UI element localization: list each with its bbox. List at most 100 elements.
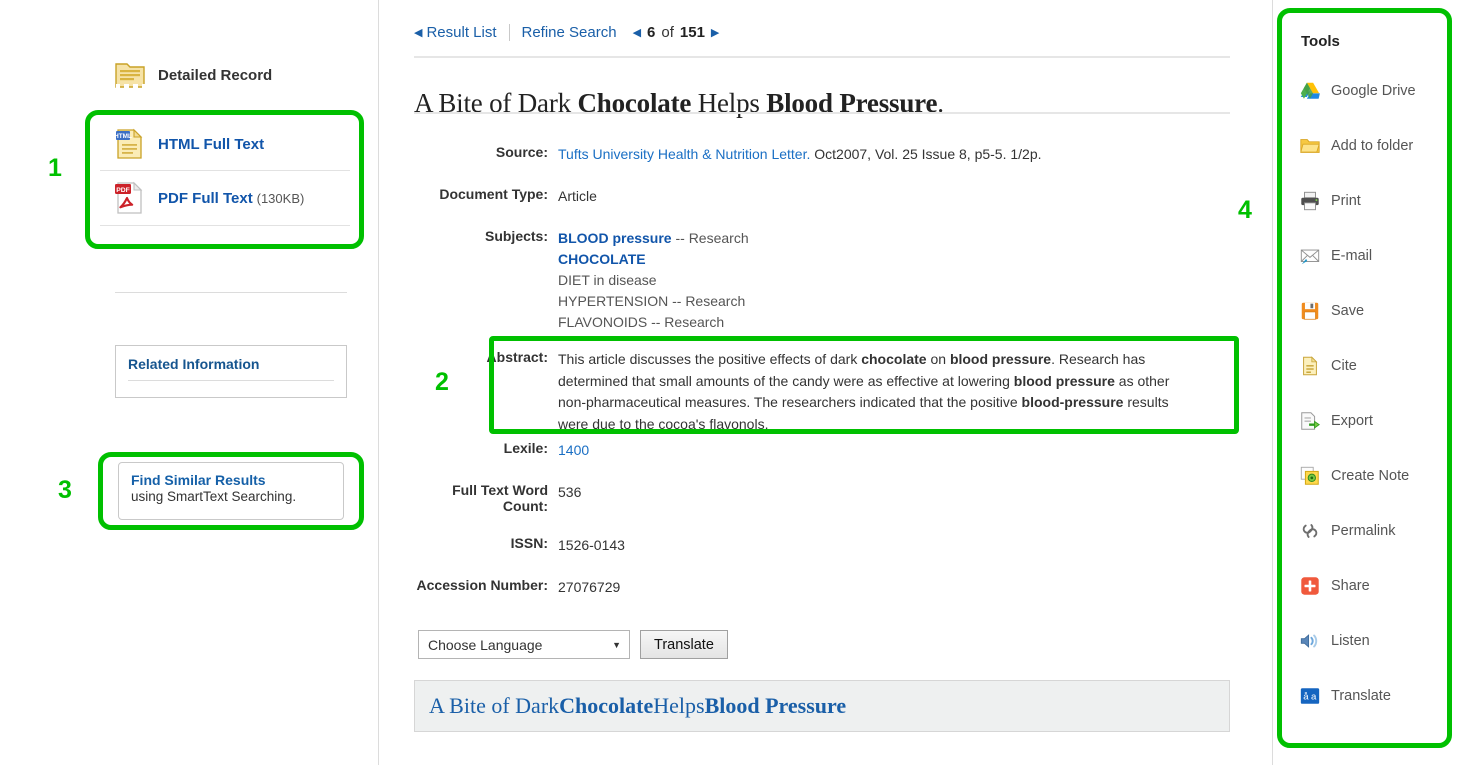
- subject-term[interactable]: DIET in disease: [558, 270, 749, 291]
- related-information-panel[interactable]: Related Information: [115, 345, 347, 398]
- left-sidebar: Detailed Record HTML HTML Full Text PDF …: [0, 0, 378, 765]
- tool-item-label: Print: [1331, 192, 1361, 209]
- tool-item-label: E-mail: [1331, 247, 1373, 264]
- emphasized-text: chocolate: [861, 351, 927, 367]
- subjects-label: Subjects:: [484, 228, 548, 244]
- metadata-row-subjects: Subjects: BLOOD pressure -- Research CHOC…: [414, 228, 1234, 333]
- tool-item-share[interactable]: Share: [1299, 558, 1449, 613]
- subject-term[interactable]: HYPERTENSION -- Research: [558, 291, 749, 312]
- printer-icon: [1299, 190, 1321, 212]
- metadata-row-accession: Accession Number: 27076729: [414, 577, 1234, 598]
- emphasized-text: Blood Pressure: [704, 693, 847, 718]
- tool-item-label: Add to folder: [1331, 137, 1414, 154]
- find-similar-results-link[interactable]: Find Similar Results: [131, 472, 331, 488]
- tool-item-cite[interactable]: Cite: [1299, 338, 1449, 393]
- language-select-value: Choose Language: [428, 636, 543, 653]
- svg-text:PDF: PDF: [116, 187, 130, 194]
- subject-term-qualifier[interactable]: HYPERTENSION -- Research: [558, 293, 745, 309]
- result-list-link[interactable]: Result List: [426, 24, 496, 41]
- left-section-divider: [115, 292, 347, 293]
- counter-of-label: of: [661, 24, 674, 41]
- source-label: Source:: [495, 144, 548, 160]
- result-navigation-toolbar: ◀ Result List Refine Search ◀ 6 of 151 ▶: [414, 24, 719, 41]
- link-chain-icon: [1299, 520, 1321, 542]
- chevron-down-icon: ▼: [612, 639, 621, 650]
- tool-item-listen[interactable]: Listen: [1299, 613, 1449, 668]
- tool-item-translate[interactable]: å a Translate: [1299, 668, 1449, 723]
- abstract-text: This article discusses the positive effe…: [558, 349, 1198, 435]
- source-link[interactable]: Tufts University Health & Nutrition Lett…: [558, 146, 810, 162]
- record-metadata-secondary: Lexile: 1400 Full Text Word Count: 536 I…: [414, 440, 1234, 619]
- tool-item-create-note[interactable]: Create Note: [1299, 448, 1449, 503]
- full-text-links: HTML HTML Full Text PDF PDF Full Text (1…: [100, 118, 350, 226]
- pdf-full-text-row[interactable]: PDF PDF Full Text (130KB): [100, 171, 350, 226]
- main-content: ◀ Result List Refine Search ◀ 6 of 151 ▶…: [378, 0, 1272, 765]
- related-information-title[interactable]: Related Information: [128, 356, 334, 381]
- translate-button[interactable]: Translate: [640, 630, 728, 659]
- tools-sidebar: Tools Google Drive Add to folder Print E-ma…: [1277, 8, 1452, 748]
- document-type-label: Document Type:: [439, 186, 548, 202]
- tool-item-permalink[interactable]: Permalink: [1299, 503, 1449, 558]
- subject-term[interactable]: BLOOD pressure -- Research: [558, 228, 749, 249]
- toolbar-rule: [414, 56, 1230, 58]
- subject-term-qualifier[interactable]: DIET in disease: [558, 272, 657, 288]
- svg-text:a: a: [1311, 691, 1317, 702]
- pdf-full-text-link-wrap[interactable]: PDF Full Text (130KB): [158, 190, 304, 207]
- tool-item-google-drive[interactable]: Google Drive: [1299, 63, 1449, 118]
- refine-search-link[interactable]: Refine Search: [522, 24, 617, 41]
- tool-item-print[interactable]: Print: [1299, 173, 1449, 228]
- tool-item-save[interactable]: Save: [1299, 283, 1449, 338]
- subject-term-link[interactable]: BLOOD pressure: [558, 230, 672, 246]
- emphasized-text: blood pressure: [1013, 372, 1115, 389]
- toolbar-separator: [508, 24, 510, 41]
- language-select[interactable]: Choose Language ▼: [418, 630, 630, 659]
- subject-term-qualifier[interactable]: FLAVONOIDS -- Research: [558, 314, 724, 330]
- folder-record-icon: [114, 60, 146, 90]
- lexile-link[interactable]: 1400: [558, 442, 589, 458]
- pdf-document-icon: PDF: [114, 181, 144, 215]
- tool-item-label: Cite: [1331, 357, 1357, 374]
- svg-text:HTML: HTML: [114, 133, 132, 140]
- abstract-label: Abstract:: [486, 349, 548, 365]
- tool-item-label: Create Note: [1331, 467, 1410, 484]
- tool-item-label: Listen: [1331, 632, 1370, 649]
- result-counter: ◀ 6 of 151 ▶: [633, 24, 720, 41]
- html-full-text-row[interactable]: HTML HTML Full Text: [100, 118, 350, 171]
- next-result-icon[interactable]: ▶: [711, 26, 719, 39]
- annotation-number-3: 3: [58, 476, 72, 504]
- subjects-list: BLOOD pressure -- Research CHOCOLATE DIET …: [558, 228, 749, 333]
- svg-text:å: å: [1303, 691, 1309, 702]
- tool-item-label: Permalink: [1331, 522, 1396, 539]
- subject-term-qualifier[interactable]: -- Research: [672, 230, 748, 246]
- word-count-label: Full Text Word Count:: [452, 482, 548, 514]
- google-drive-icon: [1299, 80, 1321, 102]
- annotation-number-1: 1: [48, 154, 62, 182]
- tool-item-export[interactable]: Export: [1299, 393, 1449, 448]
- word-count-value: 536: [558, 484, 582, 500]
- subject-term-link[interactable]: CHOCOLATE: [558, 251, 646, 267]
- emphasized-text: blood-pressure: [1021, 394, 1124, 410]
- tool-item-label: Google Drive: [1331, 82, 1416, 99]
- html-full-text-link[interactable]: HTML Full Text: [158, 136, 264, 153]
- emphasized-text: blood pressure: [949, 351, 1052, 367]
- detailed-record-item[interactable]: Detailed Record: [114, 60, 272, 90]
- tool-item-e-mail[interactable]: E-mail: [1299, 228, 1449, 283]
- annotation-number-2: 2: [435, 368, 449, 396]
- page-title: A Bite of Dark Chocolate Helps Blood Pre…: [414, 88, 1234, 119]
- tool-item-label: Export: [1331, 412, 1373, 429]
- metadata-row-abstract: Abstract: This article discusses the pos…: [478, 341, 1226, 445]
- metadata-row-source: Source: Tufts University Health & Nutrit…: [414, 144, 1234, 165]
- tool-item-label: Save: [1331, 302, 1365, 319]
- tools-title: Tools: [1301, 33, 1340, 50]
- cite-document-icon: [1299, 355, 1321, 377]
- translated-article-title: A Bite of Dark Chocolate Helps Blood Pre…: [414, 680, 1230, 732]
- subject-term[interactable]: FLAVONOIDS -- Research: [558, 312, 749, 333]
- pdf-full-text-link[interactable]: PDF Full Text: [158, 190, 253, 207]
- tool-item-label: Translate: [1331, 687, 1391, 704]
- subject-term[interactable]: CHOCOLATE: [558, 249, 749, 270]
- tool-item-add-to-folder[interactable]: Add to folder: [1299, 118, 1449, 173]
- translate-controls: Choose Language ▼ Translate: [418, 630, 728, 659]
- previous-result-icon[interactable]: ◀: [633, 26, 641, 39]
- total-results-number: 151: [679, 24, 705, 41]
- find-similar-results-panel[interactable]: Find Similar Results using SmartText Sea…: [118, 462, 344, 520]
